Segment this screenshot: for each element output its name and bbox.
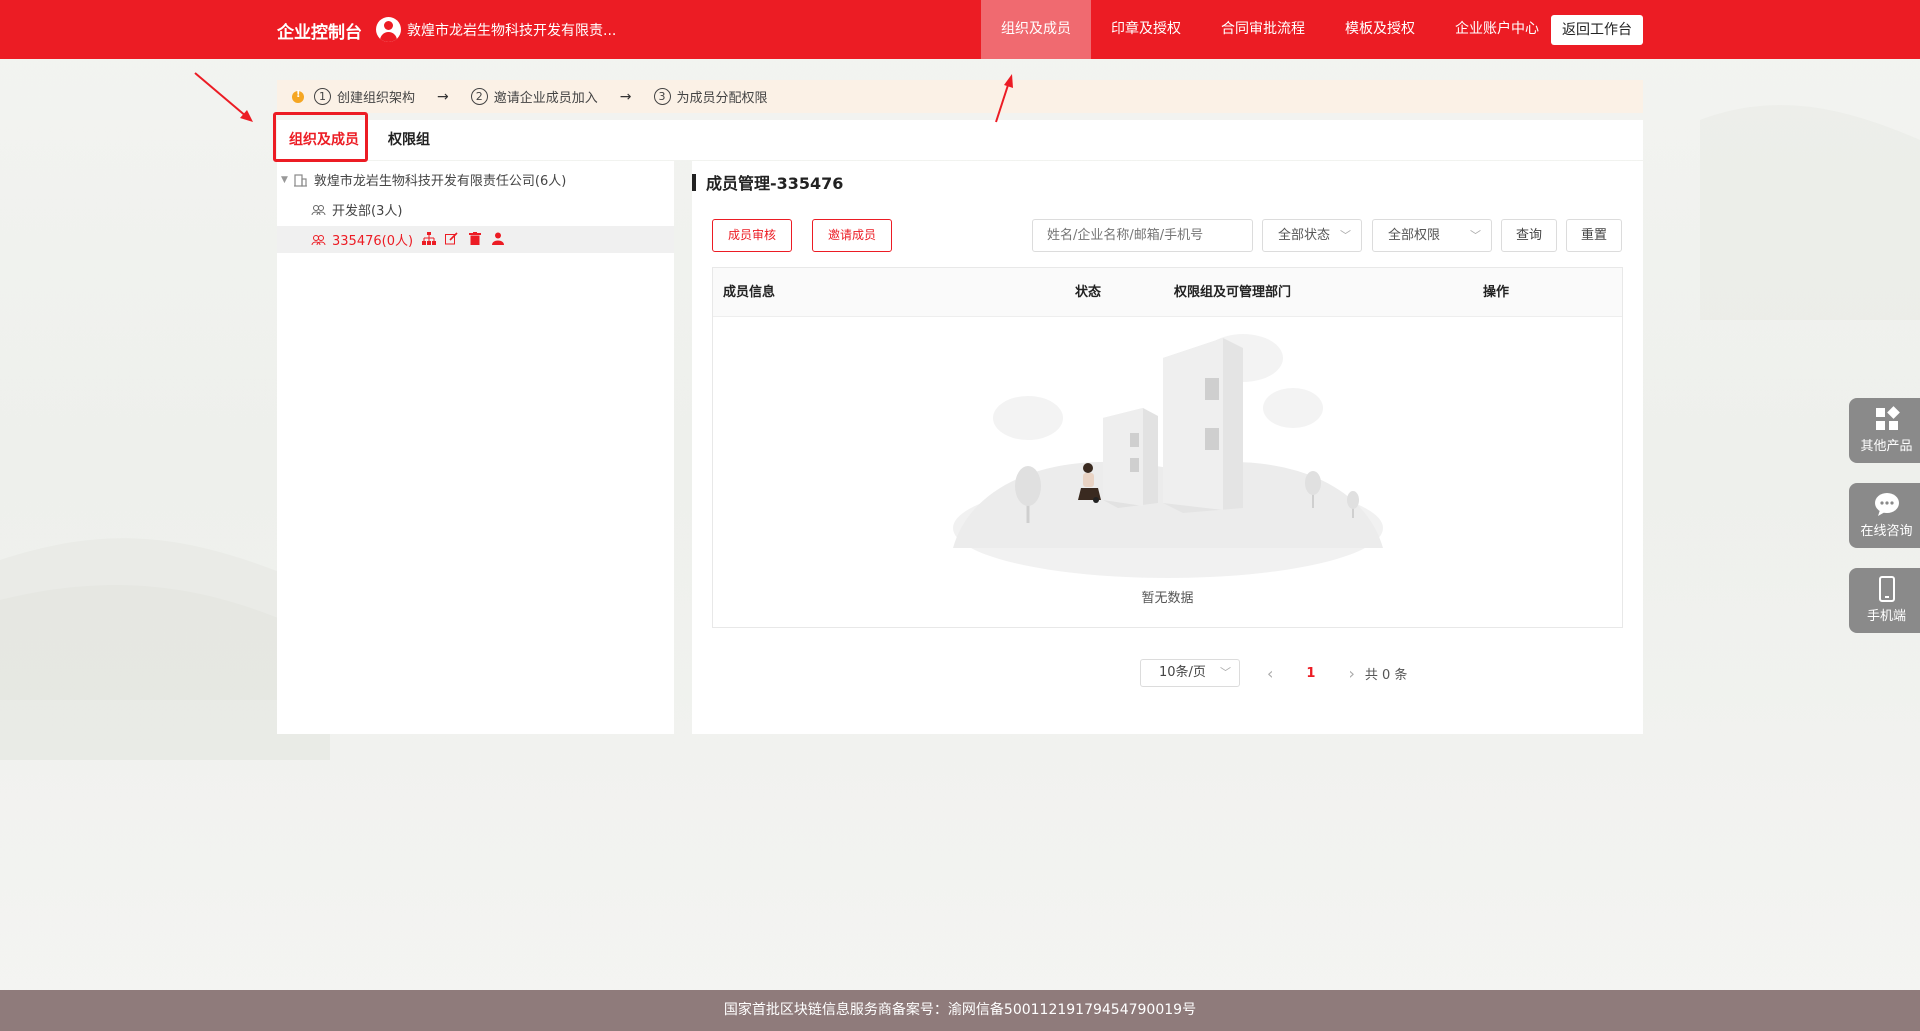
nav-account-center[interactable]: 企业账户中心 <box>1435 0 1559 59</box>
mobile-button[interactable]: 手机端 <box>1849 568 1920 633</box>
highlight-box <box>273 112 368 162</box>
add-subdept-icon[interactable] <box>421 232 436 247</box>
step-2: 2 邀请企业成员加入 <box>470 87 598 106</box>
arrow-right-icon: → <box>619 88 632 105</box>
guide-tips: 1 创建组织架构 → 2 邀请企业成员加入 → 3 为成员分配权限 <box>277 80 1643 113</box>
empty-illustration <box>953 334 1383 578</box>
company-switcher[interactable]: 敦煌市龙岩生物科技开发有限责... <box>376 17 616 42</box>
top-header: 企业控制台 敦煌市龙岩生物科技开发有限责... 组织及成员 印章及授权 合同审批… <box>0 0 1920 59</box>
tree-root[interactable]: ▼ 敦煌市龙岩生物科技开发有限责任公司(6人) <box>277 166 674 193</box>
pagination: ‹ 1 › 共 0 条 <box>1267 659 1407 687</box>
step-1: 1 创建组织架构 <box>314 87 415 106</box>
panel-title: 成员管理-335476 <box>692 171 843 193</box>
step-number: 3 <box>653 88 671 105</box>
query-button[interactable]: 查询 <box>1501 219 1557 252</box>
chat-icon <box>1874 493 1899 516</box>
col-status: 状态 <box>1075 285 1102 300</box>
apps-icon <box>1875 406 1900 430</box>
org-tree-panel: ▼ 敦煌市龙岩生物科技开发有限责任公司(6人) 开发部(3人) 335476(0… <box>277 161 674 734</box>
chevron-down-icon: ﹀ <box>1470 229 1481 242</box>
warning-icon <box>292 89 304 103</box>
side-label: 手机端 <box>1866 609 1906 624</box>
total-count: 共 0 条 <box>1364 667 1408 683</box>
step-number: 1 <box>314 88 331 105</box>
top-nav: 组织及成员 印章及授权 合同审批流程 模板及授权 企业账户中心 <box>981 0 1559 59</box>
next-page-button[interactable]: › <box>1348 664 1354 683</box>
user-icon <box>376 17 401 42</box>
invite-member-button[interactable]: 邀请成员 <box>812 219 892 252</box>
footer-text: 国家首批区块链信息服务商备案号：渝网信备50011219179454790019… <box>723 1002 1197 1018</box>
chevron-down-icon: ﹀ <box>1220 666 1231 679</box>
permission-select[interactable]: 全部权限 ﹀ <box>1372 219 1492 252</box>
tree-item-label: 335476(0人) <box>332 234 414 249</box>
member-management-panel: 成员管理-335476 成员审核 邀请成员 全部状态 ﹀ 全部权限 ﹀ 查询 重… <box>692 161 1643 734</box>
nav-templates[interactable]: 模板及授权 <box>1325 0 1435 59</box>
page-number-current[interactable]: 1 <box>1306 666 1315 681</box>
search-input[interactable] <box>1032 219 1253 252</box>
tree-root-label: 敦煌市龙岩生物科技开发有限责任公司(6人) <box>313 174 567 189</box>
person-icon[interactable] <box>490 232 505 247</box>
table-header: 成员信息 状态 权限组及可管理部门 操作 <box>713 268 1622 317</box>
online-consult-button[interactable]: 在线咨询 <box>1849 483 1920 548</box>
chevron-down-icon: ﹀ <box>1340 229 1351 242</box>
back-to-workbench-button[interactable]: 返回工作台 <box>1551 15 1643 45</box>
col-permission: 权限组及可管理部门 <box>1174 285 1292 300</box>
arrow-right-icon: → <box>437 88 449 105</box>
tree-item-dev[interactable]: 开发部(3人) <box>277 196 674 223</box>
reset-button[interactable]: 重置 <box>1566 219 1622 252</box>
col-member-info: 成员信息 <box>723 285 776 300</box>
tree-item-335476[interactable]: 335476(0人) <box>277 226 674 253</box>
side-label: 其他产品 <box>1860 439 1913 454</box>
company-name: 敦煌市龙岩生物科技开发有限责... <box>407 22 617 39</box>
group-icon <box>311 204 326 215</box>
col-actions: 操作 <box>1483 285 1510 300</box>
step-3: 3 为成员分配权限 <box>653 87 768 106</box>
step-number: 2 <box>470 88 488 105</box>
phone-icon <box>1878 576 1895 602</box>
nav-approval-flow[interactable]: 合同审批流程 <box>1201 0 1325 59</box>
prev-page-button[interactable]: ‹ <box>1267 664 1273 683</box>
brand-title: 企业控制台 <box>277 23 362 43</box>
page-size-value: 10条/页 <box>1159 665 1206 680</box>
step-label: 邀请企业成员加入 <box>493 91 598 106</box>
footer: 国家首批区块链信息服务商备案号：渝网信备50011219179454790019… <box>0 990 1920 1031</box>
permission-select-value: 全部权限 <box>1388 228 1441 243</box>
step-label: 为成员分配权限 <box>676 91 768 106</box>
tab-permission-groups[interactable]: 权限组 <box>388 120 430 160</box>
nav-seals[interactable]: 印章及授权 <box>1091 0 1201 59</box>
other-products-button[interactable]: 其他产品 <box>1849 398 1920 463</box>
member-table: 成员信息 状态 权限组及可管理部门 操作 暂无数据 <box>712 267 1623 628</box>
delete-icon[interactable] <box>467 232 482 247</box>
step-label: 创建组织架构 <box>337 91 416 106</box>
tree-actions <box>421 232 505 247</box>
building-icon <box>293 173 307 187</box>
edit-icon[interactable] <box>444 232 459 247</box>
nav-org-members[interactable]: 组织及成员 <box>981 0 1091 59</box>
group-icon <box>311 234 326 245</box>
member-review-button[interactable]: 成员审核 <box>712 219 792 252</box>
caret-down-icon[interactable]: ▼ <box>281 175 288 185</box>
tree-item-label: 开发部(3人) <box>332 204 403 219</box>
page-size-select[interactable]: 10条/页 ﹀ <box>1140 659 1240 687</box>
empty-text: 暂无数据 <box>1141 591 1194 606</box>
status-select-value: 全部状态 <box>1278 228 1331 243</box>
tab-bar: 组织及成员 权限组 <box>277 120 1643 160</box>
status-select[interactable]: 全部状态 ﹀ <box>1262 219 1362 252</box>
side-label: 在线咨询 <box>1860 524 1913 539</box>
